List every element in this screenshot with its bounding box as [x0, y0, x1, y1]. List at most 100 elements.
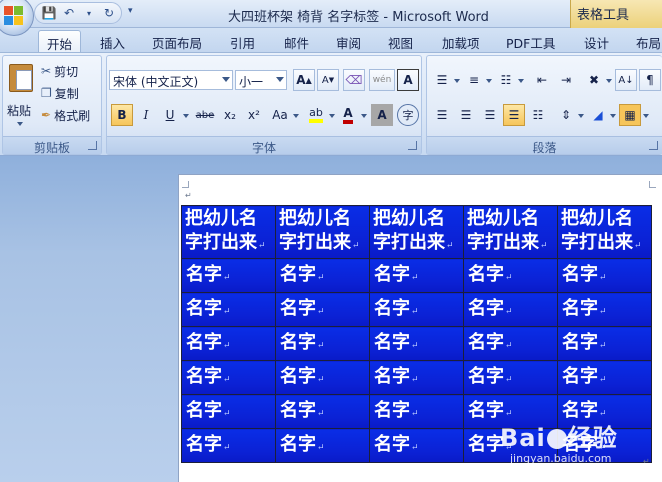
name-cell[interactable]: 名字↵ — [181, 428, 276, 463]
name-cell[interactable]: 名字↵ — [181, 360, 276, 395]
name-cell[interactable]: 名字↵ — [275, 394, 370, 429]
borders-button[interactable]: ▦ — [619, 104, 641, 126]
change-case-dropdown-icon[interactable] — [293, 114, 299, 118]
paste-button[interactable]: 粘贴 — [3, 58, 39, 134]
name-cell[interactable]: 名字↵ — [181, 326, 276, 361]
justify-button[interactable]: ☰ — [503, 104, 525, 126]
undo-dropdown-icon[interactable]: ▾ — [81, 5, 97, 21]
borders-dropdown-icon[interactable] — [643, 114, 649, 118]
header-cell[interactable]: 把幼儿名 字打出来↵ — [463, 205, 558, 259]
tab-layout[interactable]: 布局 — [636, 30, 661, 52]
name-cell[interactable]: 名字↵ — [275, 326, 370, 361]
tab-view[interactable]: 视图 — [388, 30, 413, 52]
header-cell[interactable]: 把幼儿名 字打出来↵ — [557, 205, 652, 259]
name-cell[interactable]: 名字↵ — [181, 258, 276, 293]
italic-button[interactable]: I — [135, 104, 157, 126]
shading-button[interactable]: ◢ — [587, 104, 609, 126]
shading-dropdown-icon[interactable] — [610, 114, 616, 118]
tab-references[interactable]: 引用 — [230, 30, 255, 52]
name-cell[interactable]: 名字↵ — [369, 258, 464, 293]
decrease-indent-button[interactable]: ⇤ — [531, 69, 553, 91]
multilevel-dropdown-icon[interactable] — [518, 79, 524, 83]
increase-indent-button[interactable]: ⇥ — [555, 69, 577, 91]
line-spacing-dropdown-icon[interactable] — [578, 114, 584, 118]
shrink-font-button[interactable]: A ▼ — [317, 69, 339, 91]
tab-home[interactable]: 开始 — [38, 30, 82, 52]
font-launcher-icon[interactable] — [408, 141, 417, 150]
name-cell[interactable]: 名字↵ — [557, 258, 652, 293]
tab-design[interactable]: 设计 — [584, 30, 609, 52]
multilevel-list-button[interactable]: ☷ — [495, 69, 517, 91]
name-cell[interactable]: 名字↵ — [463, 292, 558, 327]
chinese-layout-dropdown-icon[interactable] — [606, 79, 612, 83]
name-cell[interactable]: 名字↵ — [181, 394, 276, 429]
customize-qat-icon[interactable]: ▾ — [128, 6, 133, 16]
name-cell[interactable]: 名字↵ — [369, 292, 464, 327]
name-cell[interactable]: 名字↵ — [463, 258, 558, 293]
show-marks-button[interactable]: ¶ — [639, 69, 661, 91]
name-cell[interactable]: 名字↵ — [181, 292, 276, 327]
char-shading-button[interactable]: A — [371, 104, 393, 126]
format-painter-button[interactable]: ✒ 格式刷 — [41, 106, 90, 124]
name-cell[interactable]: 名字↵ — [369, 360, 464, 395]
enclose-char-button[interactable]: 字 — [397, 104, 419, 126]
phonetic-guide-button[interactable]: wén — [369, 69, 395, 91]
highlight-dropdown-icon[interactable] — [329, 114, 335, 118]
numbering-dropdown-icon[interactable] — [486, 79, 492, 83]
cut-button[interactable]: ✂ 剪切 — [41, 62, 78, 80]
undo-icon[interactable]: ↶ — [61, 5, 77, 21]
name-cell[interactable]: 名字↵ — [557, 292, 652, 327]
subscript-button[interactable]: x₂ — [219, 104, 241, 126]
font-name-dropdown-icon[interactable] — [222, 77, 230, 82]
name-cell[interactable]: 名字↵ — [275, 292, 370, 327]
font-size-combo[interactable]: 小一 — [235, 70, 287, 90]
tab-mailings[interactable]: 邮件 — [284, 30, 309, 52]
numbering-button[interactable]: ≡ — [463, 69, 485, 91]
font-name-combo[interactable]: 宋体 (中文正文) — [109, 70, 233, 90]
strikethrough-button[interactable]: abe — [191, 104, 219, 126]
underline-button[interactable]: U — [159, 104, 181, 126]
font-color-button[interactable]: A — [337, 104, 359, 126]
line-spacing-button[interactable]: ⇕ — [555, 104, 577, 126]
tab-insert[interactable]: 插入 — [100, 30, 125, 52]
name-cell[interactable]: 名字↵ — [369, 326, 464, 361]
font-size-dropdown-icon[interactable] — [276, 77, 284, 82]
bold-button[interactable]: B — [111, 104, 133, 126]
clear-format-button[interactable]: ⌫ — [343, 69, 365, 91]
bullets-dropdown-icon[interactable] — [454, 79, 460, 83]
name-cell[interactable]: 名字↵ — [275, 428, 370, 463]
sort-button[interactable]: A↓ — [615, 69, 637, 91]
redo-icon[interactable]: ↻ — [101, 5, 117, 21]
name-cell[interactable]: 名字↵ — [557, 360, 652, 395]
name-cell[interactable]: 名字↵ — [275, 258, 370, 293]
name-cell[interactable]: 名字↵ — [463, 360, 558, 395]
underline-dropdown-icon[interactable] — [183, 114, 189, 118]
change-case-button[interactable]: Aa — [267, 104, 293, 126]
clipboard-launcher-icon[interactable] — [88, 141, 97, 150]
align-center-button[interactable]: ☰ — [455, 104, 477, 126]
name-cell[interactable]: 名字↵ — [275, 360, 370, 395]
font-color-dropdown-icon[interactable] — [361, 114, 367, 118]
header-cell[interactable]: 把幼儿名 字打出来↵ — [275, 205, 370, 259]
grow-font-button[interactable]: A ▲ — [293, 69, 315, 91]
header-cell[interactable]: 把幼儿名 字打出来↵ — [181, 205, 276, 259]
align-right-button[interactable]: ☰ — [479, 104, 501, 126]
bullets-button[interactable]: ☰ — [431, 69, 453, 91]
tab-page-layout[interactable]: 页面布局 — [152, 30, 202, 52]
chinese-layout-button[interactable]: ✖ — [583, 69, 605, 91]
align-left-button[interactable]: ☰ — [431, 104, 453, 126]
name-cell[interactable]: 名字↵ — [369, 394, 464, 429]
char-border-button[interactable]: A — [397, 69, 419, 91]
header-cell[interactable]: 把幼儿名 字打出来↵ — [369, 205, 464, 259]
name-cell[interactable]: 名字↵ — [463, 326, 558, 361]
copy-button[interactable]: ❐ 复制 — [41, 84, 79, 102]
superscript-button[interactable]: x² — [243, 104, 265, 126]
highlight-button[interactable]: ab — [303, 104, 329, 126]
save-icon[interactable]: 💾 — [41, 5, 57, 21]
tab-pdf-tools[interactable]: PDF工具 — [506, 30, 555, 52]
paste-dropdown-icon[interactable] — [17, 122, 23, 126]
distributed-button[interactable]: ☷ — [527, 104, 549, 126]
paragraph-launcher-icon[interactable] — [649, 141, 658, 150]
name-cell[interactable]: 名字↵ — [369, 428, 464, 463]
name-cell[interactable]: 名字↵ — [557, 326, 652, 361]
